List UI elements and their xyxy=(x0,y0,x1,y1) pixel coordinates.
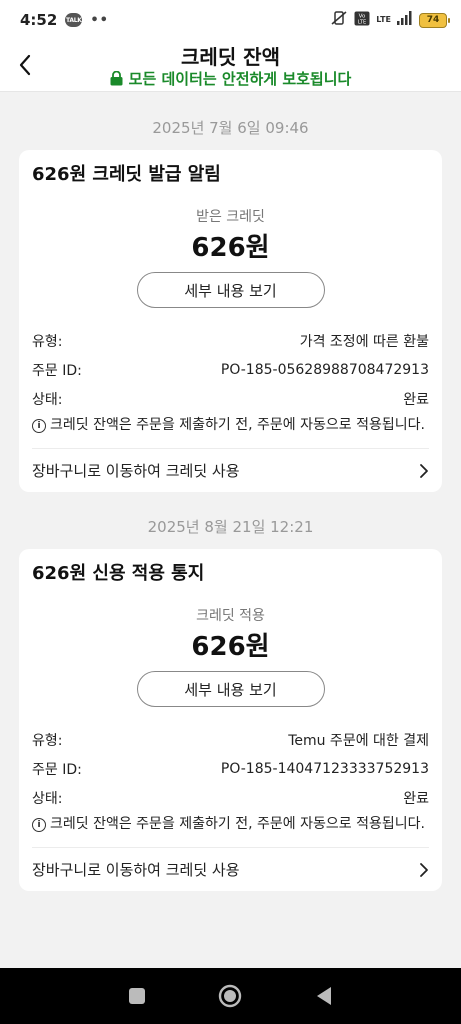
chevron-right-icon xyxy=(420,463,428,478)
signal-icon xyxy=(397,11,413,29)
amount-label: 크레딧 적용 xyxy=(196,608,265,624)
card-title: 626원 신용 적용 통지 xyxy=(32,563,205,584)
info-label: 상태: xyxy=(32,391,63,408)
page-title: 크레딧 잔액 xyxy=(181,45,280,69)
go-to-cart-link[interactable]: 장바구니로 이동하여 크레딧 사용 xyxy=(32,847,429,891)
lte-label: LTE xyxy=(376,15,391,24)
info-label: 상태: xyxy=(32,790,63,807)
info-value: Temu 주문에 대한 결제 xyxy=(288,732,429,749)
credit-history-list[interactable]: 2025년 7월 6일 09:46 626원 크레딧 발급 알림 받은 크레딧 … xyxy=(0,93,461,968)
volte-icon: Vo LTE xyxy=(354,11,370,30)
battery-icon: 74 xyxy=(419,12,450,28)
info-row-order-id: 주문 ID: PO-185-05628988708472913 xyxy=(32,355,429,384)
notice-text: 크레딧 잔액은 주문을 제출하기 전, 주문에 자동으로 적용됩니다. xyxy=(50,816,425,832)
go-to-cart-link[interactable]: 장바구니로 이동하여 크레딧 사용 xyxy=(32,448,429,492)
home-button[interactable] xyxy=(215,981,245,1011)
status-left: 4:52 TALK •• xyxy=(20,11,109,29)
info-value: 완료 xyxy=(403,391,429,408)
status-right: Vo LTE LTE 74 xyxy=(330,10,450,30)
cart-link-label: 장바구니로 이동하여 크레딧 사용 xyxy=(32,861,240,879)
circle-icon xyxy=(219,984,242,1008)
chevron-right-icon xyxy=(420,862,428,877)
credit-card-entry: 626원 신용 적용 통지 크레딧 적용 626원 세부 내용 보기 유형: T… xyxy=(19,549,442,891)
info-row-type: 유형: Temu 주문에 대한 결제 xyxy=(32,725,429,754)
system-navigation-bar xyxy=(0,968,461,1024)
info-circle-icon: i xyxy=(32,419,46,433)
entry-date: 2025년 8월 21일 12:21 xyxy=(147,518,314,536)
info-row-type: 유형: 가격 조정에 따른 환불 xyxy=(32,326,429,355)
recents-button[interactable] xyxy=(122,981,152,1011)
info-row-status: 상태: 완료 xyxy=(32,783,429,812)
triangle-back-icon xyxy=(317,987,332,1005)
square-icon xyxy=(128,988,145,1004)
page-header: 크레딧 잔액 모든 데이터는 안전하게 보호됩니다 xyxy=(0,40,461,92)
credit-amount: 626원 xyxy=(191,632,270,662)
back-nav-button[interactable] xyxy=(309,981,339,1011)
entry-date: 2025년 7월 6일 09:46 xyxy=(152,119,309,137)
kakaotalk-notification-icon: TALK xyxy=(65,13,83,27)
info-label: 주문 ID: xyxy=(32,362,82,379)
info-label: 유형: xyxy=(32,732,63,749)
status-bar: 4:52 TALK •• Vo LTE LTE 74 xyxy=(0,0,461,40)
info-value: 가격 조정에 따른 환불 xyxy=(299,333,429,350)
amount-label: 받은 크레딧 xyxy=(196,209,265,225)
security-notice-text: 모든 데이터는 안전하게 보호됩니다 xyxy=(128,70,352,88)
view-details-button[interactable]: 세부 내용 보기 xyxy=(136,671,325,707)
info-circle-icon: i xyxy=(32,818,46,832)
notice-text: 크레딧 잔액은 주문을 제출하기 전, 주문에 자동으로 적용됩니다. xyxy=(50,417,425,433)
credit-amount: 626원 xyxy=(191,233,270,263)
svg-text:LTE: LTE xyxy=(358,19,366,25)
info-value: PO-185-14047123333752913 xyxy=(220,760,429,777)
vibrate-mute-icon xyxy=(330,10,348,30)
info-rows: 유형: 가격 조정에 따른 환불 주문 ID: PO-185-056289887… xyxy=(32,326,429,413)
info-row-order-id: 주문 ID: PO-185-14047123333752913 xyxy=(32,754,429,783)
info-rows: 유형: Temu 주문에 대한 결제 주문 ID: PO-185-1404712… xyxy=(32,725,429,812)
status-time: 4:52 xyxy=(20,11,58,29)
credit-card-entry: 626원 크레딧 발급 알림 받은 크레딧 626원 세부 내용 보기 유형: … xyxy=(19,150,442,492)
info-value: PO-185-05628988708472913 xyxy=(220,361,429,378)
info-value: 완료 xyxy=(403,790,429,807)
view-details-button[interactable]: 세부 내용 보기 xyxy=(136,272,325,308)
auto-apply-notice: i 크레딧 잔액은 주문을 제출하기 전, 주문에 자동으로 적용됩니다. xyxy=(32,814,429,835)
more-notifications-icon: •• xyxy=(90,12,109,28)
info-label: 주문 ID: xyxy=(32,761,82,778)
security-notice: 모든 데이터는 안전하게 보호됩니다 xyxy=(0,68,461,89)
info-row-status: 상태: 완료 xyxy=(32,384,429,413)
cart-link-label: 장바구니로 이동하여 크레딧 사용 xyxy=(32,462,240,480)
lock-icon xyxy=(110,71,123,86)
auto-apply-notice: i 크레딧 잔액은 주문을 제출하기 전, 주문에 자동으로 적용됩니다. xyxy=(32,415,429,436)
card-title: 626원 크레딧 발급 알림 xyxy=(32,164,221,185)
info-label: 유형: xyxy=(32,333,63,350)
